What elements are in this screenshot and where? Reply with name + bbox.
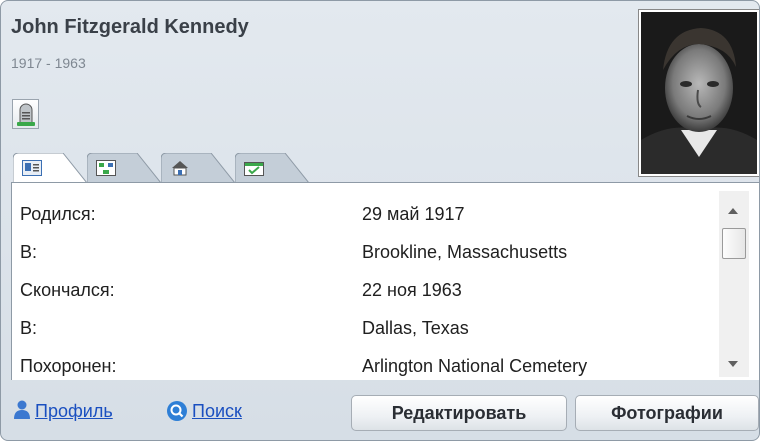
vertical-scrollbar[interactable] [719, 191, 749, 377]
detail-label: Родился: [20, 204, 96, 224]
details-panel: Родился: 29 май 1917 В: Brookline, Massa… [11, 182, 759, 380]
grave-button[interactable] [12, 99, 39, 129]
tab-events[interactable] [235, 153, 313, 183]
person-card: John Fitzgerald Kennedy 1917 - 1963 Роди… [0, 0, 760, 441]
tab-family[interactable] [87, 153, 165, 183]
detail-value: 29 май 1917 [362, 204, 465, 224]
person-icon [14, 400, 30, 419]
detail-label: В: [20, 242, 38, 262]
detail-label: В: [20, 318, 38, 338]
photos-button[interactable]: Фотографии [575, 395, 759, 431]
gravestone-icon [17, 103, 35, 126]
tab-residence[interactable] [161, 153, 239, 183]
search-icon[interactable] [166, 400, 188, 422]
family-tree-icon [96, 160, 116, 176]
id-card-icon [22, 160, 42, 176]
person-photo[interactable] [638, 9, 759, 177]
house-icon [172, 161, 188, 176]
edit-button[interactable]: Редактировать [351, 395, 567, 431]
tab-personal-info[interactable] [13, 153, 91, 183]
scroll-thumb[interactable] [722, 228, 746, 259]
portrait-image [641, 12, 757, 174]
detail-label: Похоронен: [20, 356, 117, 376]
detail-value: Arlington National Cemetery [362, 356, 588, 376]
calendar-icon [244, 162, 264, 176]
detail-value: Brookline, Massachusetts [362, 242, 568, 262]
search-link[interactable]: Поиск [192, 401, 242, 422]
scroll-up-arrow-icon[interactable] [728, 208, 738, 214]
detail-label: Скончался: [20, 280, 115, 300]
profile-link[interactable]: Профиль [35, 401, 113, 422]
scroll-down-arrow-icon[interactable] [728, 361, 738, 367]
person-years: 1917 - 1963 [11, 55, 86, 71]
detail-value: 22 ноя 1963 [362, 280, 462, 300]
detail-value: Dallas, Texas [362, 318, 469, 338]
person-name: John Fitzgerald Kennedy [11, 16, 249, 38]
